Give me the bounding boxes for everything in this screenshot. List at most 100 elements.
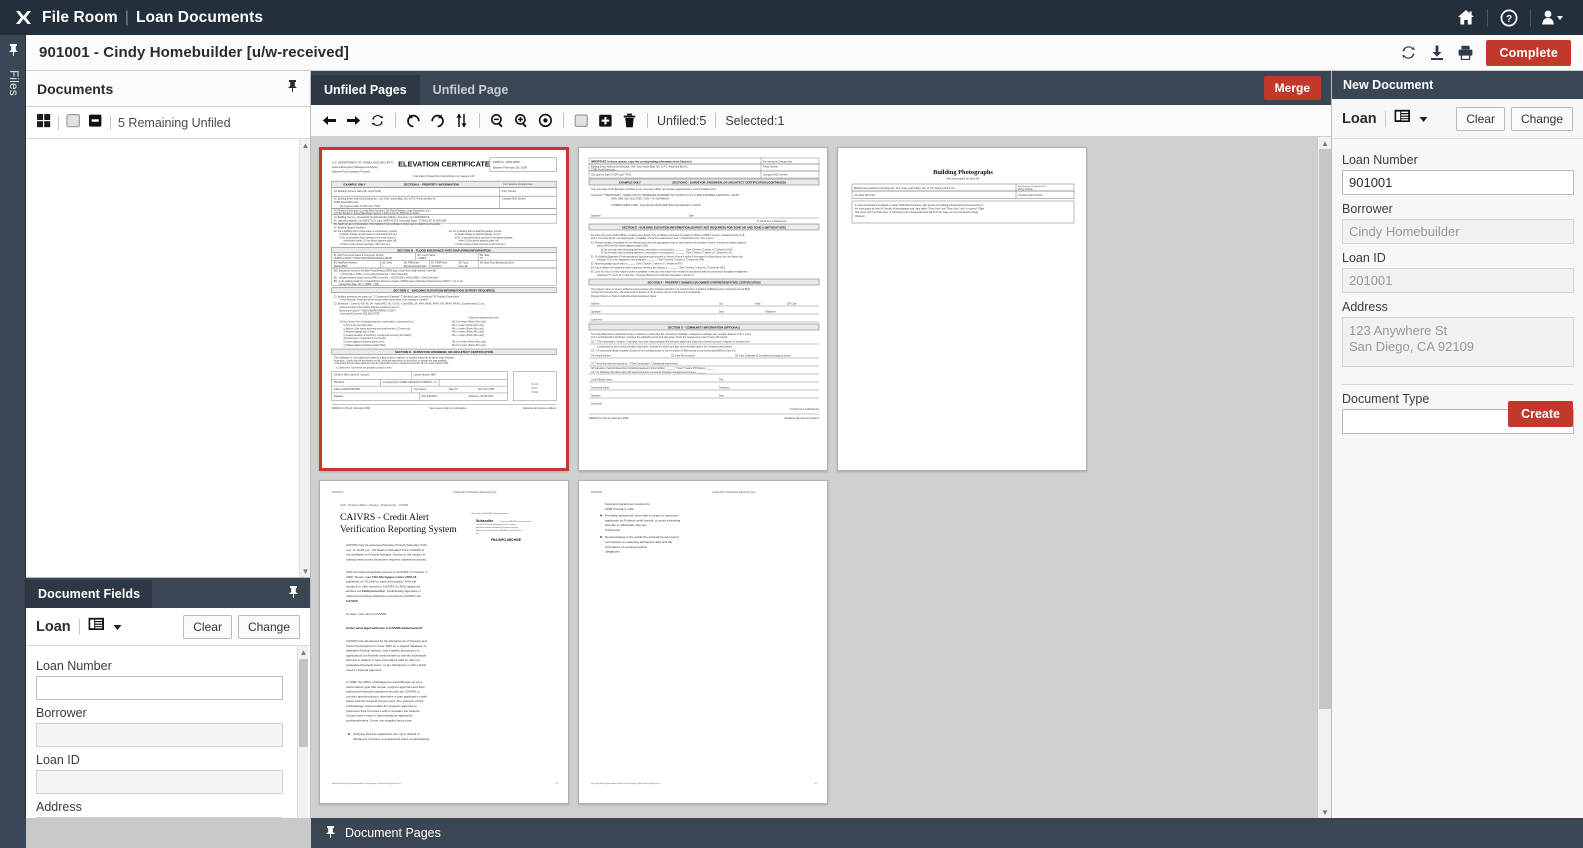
- grid-view-icon[interactable]: [36, 113, 51, 133]
- svg-text:G9. The following information: G9. The following information (Item G9) …: [591, 371, 707, 374]
- svg-text:elevation C2.b in the diagrams: elevation C2.b in the diagrams) of the b…: [597, 259, 705, 262]
- svg-text:Date: Date: [719, 311, 725, 314]
- documents-scrollbar[interactable]: ▲ ▼: [299, 139, 310, 577]
- svg-text:Designation Date: N/A ☐: Designation Date: N/A ☐ CBRS ☐ OPA: [340, 283, 380, 286]
- svg-text:who are in default or have had: who are in default or have had claims pa…: [346, 658, 420, 662]
- svg-text:FEMA Form 81-31, February 2006: FEMA Form 81-31, February 2006: [332, 407, 371, 410]
- flip-vertical-icon[interactable]: [453, 112, 470, 130]
- svg-text:FEMA Form 81-31, February 2006: FEMA Form 81-31, February 2006: [589, 416, 629, 420]
- merge-button[interactable]: Merge: [1264, 76, 1321, 100]
- svg-text:A8. For a building with a craw: A8. For a building with a crawl space or…: [334, 230, 398, 233]
- checkbox-indeterminate-icon[interactable]: [88, 113, 103, 133]
- svg-text:For Insurance Company Use: For Insurance Company Use: [763, 160, 793, 163]
- clear-button[interactable]: Clear: [1456, 107, 1505, 131]
- chevron-down-icon[interactable]: [1419, 110, 1428, 128]
- form-list-icon[interactable]: [1394, 109, 1411, 128]
- scrollbar-thumb[interactable]: [1319, 149, 1331, 709]
- loan-id-input[interactable]: [36, 770, 283, 794]
- app-name: File Room: [42, 9, 118, 27]
- thumbnail-page-3[interactable]: Building Photographs See Instructions fo…: [837, 147, 1087, 471]
- arrow-right-icon[interactable]: [345, 112, 362, 130]
- complete-button[interactable]: Complete: [1486, 40, 1571, 66]
- add-page-icon[interactable]: [597, 112, 614, 130]
- delete-icon[interactable]: [621, 112, 638, 130]
- svg-text:City State: City State ZIP Code: [854, 194, 876, 197]
- refresh-icon[interactable]: [1400, 44, 1417, 61]
- svg-text:ordinance? ☐ Yes ☐ No ☐ U: ordinance? ☐ Yes ☐ No ☐ Unknown. The loc…: [597, 274, 695, 277]
- scroll-down-icon[interactable]: ▼: [1318, 806, 1331, 818]
- svg-text:B8. Flood: B8. Flood: [459, 262, 469, 264]
- home-icon[interactable]: [1449, 0, 1483, 35]
- scroll-up-icon[interactable]: ▲: [298, 646, 309, 658]
- svg-text:ZIP Code 77083: ZIP Code 77083: [478, 389, 495, 391]
- documents-list[interactable]: ▲ ▼: [26, 139, 310, 577]
- zoom-in-icon[interactable]: [513, 112, 530, 130]
- create-button[interactable]: Create: [1508, 401, 1573, 427]
- brand[interactable]: File Room | Loan Documents: [0, 8, 263, 27]
- svg-text:a.m. to 10:00 p.m. US Eastern: a.m. to 10:00 p.m. US Eastern Standard T…: [346, 548, 425, 552]
- pin-icon[interactable]: [285, 79, 299, 98]
- change-button[interactable]: Change: [238, 615, 300, 639]
- user-icon[interactable]: [1535, 0, 1569, 35]
- download-icon[interactable]: [1429, 44, 1445, 61]
- print-icon[interactable]: [1457, 44, 1474, 61]
- svg-text:or Zone AO must sign here. Th: or Zone AO must sign here. The statement…: [591, 291, 701, 294]
- change-button[interactable]: Change: [1511, 107, 1573, 131]
- select-all-icon[interactable]: [573, 112, 590, 130]
- document-fields-scrollbar[interactable]: ▲ ▼: [297, 646, 308, 827]
- clear-button[interactable]: Clear: [183, 615, 232, 639]
- page-preview: U.S. DEPARTMENT OF HOMELAND SECURITY Fed…: [322, 150, 566, 468]
- field-label-borrower: Borrower: [1342, 202, 1573, 216]
- rail-label[interactable]: Files: [7, 57, 19, 109]
- svg-text:Certifier's Name James R. Sur: Certifier's Name James R. Surveyor: [334, 373, 370, 376]
- arrow-left-icon[interactable]: [321, 112, 338, 130]
- svg-text:2008. Please read FHA Mortgage: 2008. Please read FHA Mortgagee Letter 2…: [346, 575, 417, 579]
- svg-text:Policy Number: Policy Number: [502, 191, 517, 193]
- thumbnail-page-4[interactable]: 5/16/2017 Credit Alert Verification Repo…: [319, 480, 569, 804]
- svg-text:5/16/2017: 5/16/2017: [332, 490, 344, 494]
- help-circle-icon[interactable]: ?: [1492, 0, 1526, 35]
- svg-text:b) No. of permanent flood ope: b) No. of permanent flood openings in th…: [455, 237, 514, 240]
- chevron-down-icon[interactable]: [113, 618, 122, 636]
- tab-document-fields[interactable]: Document Fields: [26, 580, 152, 608]
- svg-text:importance of meeting Federal: importance of meeting Federal: [605, 545, 647, 549]
- tab-unfiled-pages[interactable]: Unfiled Pages: [311, 75, 420, 105]
- tab-unfiled-page[interactable]: Unfiled Page: [420, 75, 522, 105]
- svg-text:National Flood Insurance Progr: National Flood Insurance Program: [332, 170, 370, 173]
- address-input[interactable]: [1342, 317, 1574, 367]
- svg-text:A2. Building Street Address (i: A2. Building Street Address (including A…: [334, 198, 437, 201]
- document-pages-bar[interactable]: Document Pages: [311, 818, 1331, 848]
- pin-icon[interactable]: [323, 825, 337, 842]
- loan-id-input[interactable]: [1342, 268, 1574, 293]
- thumbnail-page-2[interactable]: IMPORTANT: In these spaces, copy the cor…: [578, 147, 828, 471]
- thumbnail-page-5[interactable]: 5/16/2017 Credit Alert Verification Repo…: [578, 480, 828, 804]
- scroll-up-icon[interactable]: ▲: [1318, 137, 1331, 149]
- form-list-icon[interactable]: [88, 617, 105, 636]
- scroll-up-icon[interactable]: ▲: [300, 139, 311, 151]
- svg-text:ZIP Code: ZIP Code: [787, 304, 797, 306]
- borrower-input[interactable]: [1342, 219, 1574, 244]
- borrower-input[interactable]: [36, 723, 283, 747]
- svg-text:Credit Alert Verification Repo: Credit Alert Verification Reporting Sys.: [712, 490, 756, 494]
- zoom-actual-icon[interactable]: [537, 112, 554, 130]
- svg-text:Date: Date: [719, 395, 725, 398]
- thumbnail-scrollbar[interactable]: ▲ ▼: [1317, 137, 1331, 818]
- zoom-out-icon[interactable]: [489, 112, 506, 130]
- refresh-icon[interactable]: [369, 112, 386, 130]
- rotate-right-icon[interactable]: [429, 112, 446, 130]
- checkbox-empty-icon[interactable]: [66, 113, 81, 133]
- field-label-loan-id: Loan ID: [1342, 251, 1573, 265]
- svg-text:48201C0685: 48201C0685: [334, 266, 348, 268]
- loan-number-input[interactable]: [1342, 170, 1574, 195]
- scroll-down-icon[interactable]: ▼: [300, 565, 311, 577]
- loan-number-input[interactable]: [36, 676, 283, 700]
- section-name: Loan Documents: [136, 9, 263, 27]
- svg-text:N/A ☐ meters (Puerto Ric: N/A ☐ meters (Puerto Rico only): [452, 331, 484, 334]
- rotate-left-icon[interactable]: [405, 112, 422, 130]
- scrollbar-thumb[interactable]: [299, 659, 308, 747]
- svg-text:G1. ☐ The information in Sect: G1. ☐ The information in Section C was t…: [591, 341, 750, 344]
- svg-text:(Describe type of equipment in: (Describe type of equipment in Comments): [343, 337, 386, 340]
- thumbnail-page-1[interactable]: U.S. DEPARTMENT OF HOMELAND SECURITY Fed…: [319, 147, 569, 471]
- svg-text:E4. Top of platform of machin: E4. Top of platform of machinery and/or …: [591, 267, 726, 270]
- pin-icon[interactable]: [286, 585, 300, 604]
